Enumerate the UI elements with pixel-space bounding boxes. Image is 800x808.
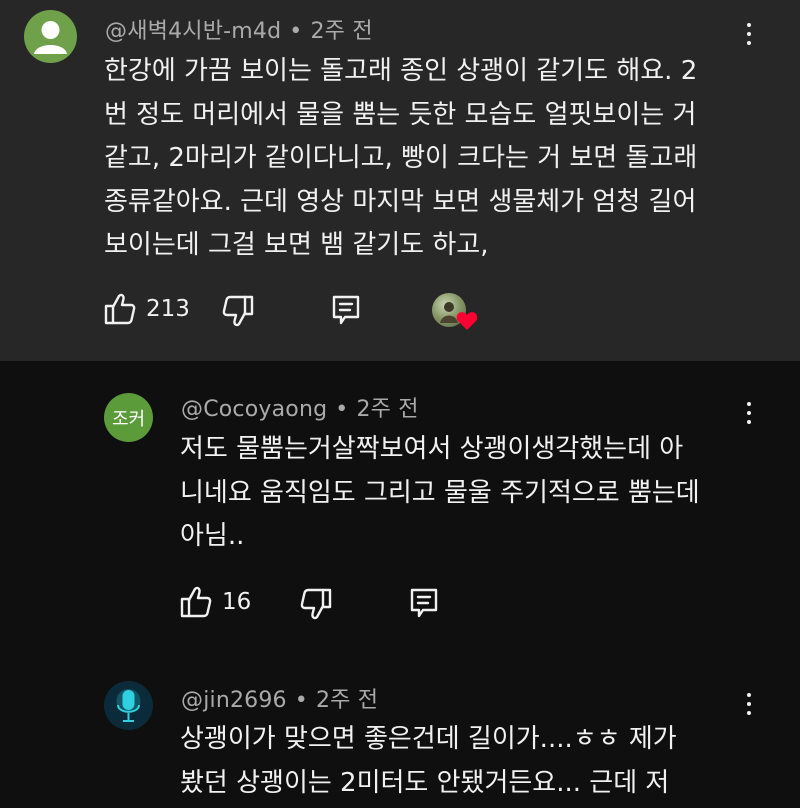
avatar[interactable]: 조커 [104, 393, 153, 442]
thumbs-down-icon [300, 588, 332, 620]
author-name[interactable]: @Cocoyaong [181, 397, 327, 422]
like-button[interactable]: 213 [104, 292, 190, 326]
comment-line: 종류같아요. 근데 영상 마지막 보면 생물체가 엄청 길어 [104, 186, 697, 217]
comment-line: 상괭이가 맞으면 좋은건데 길이가....ㅎㅎ 제가 [180, 724, 677, 754]
more-options-button[interactable] [742, 684, 756, 724]
more-vertical-icon [747, 402, 751, 406]
avatar-initials: 조커 [111, 408, 146, 430]
thumbs-up-icon [104, 293, 136, 325]
reply-button[interactable] [332, 295, 360, 325]
more-dot [747, 32, 751, 36]
creator-heart[interactable] [432, 293, 478, 333]
more-vertical-icon [747, 23, 751, 27]
comment-line: 니네요 움직임도 그리고 물울 주기적으로 뿜는데 [180, 477, 700, 508]
microphone-icon [104, 681, 153, 730]
reply-button[interactable] [410, 588, 438, 618]
comment-meta: @jin2696 • 2주 전 [181, 682, 378, 714]
comment-thread-top: @새벽4시반-m4d • 2주 전 한강에 가끔 보이는 돌고래 종인 상괭이 같기… [0, 0, 800, 361]
comment-line: 봤던 상괭이는 2미터도 안됐거든요... 근데 저 [180, 767, 670, 798]
more-options-button[interactable] [742, 14, 756, 54]
meta-separator: • [294, 688, 308, 713]
avatar[interactable] [24, 10, 77, 63]
comment-time: 2주 전 [315, 688, 379, 713]
more-vertical-icon [747, 693, 751, 697]
more-dot [747, 420, 751, 424]
comment-line: 저도 물뿜는거살짝보여서 상괭이생각했는데 아 [180, 434, 684, 464]
comment-meta: @Cocoyaong • 2주 전 [181, 391, 419, 423]
dislike-button[interactable] [300, 587, 332, 621]
thumbs-down-icon [222, 295, 254, 327]
more-dot [747, 702, 751, 706]
reply-icon [410, 588, 438, 618]
more-dot [747, 41, 751, 45]
more-dot [747, 711, 751, 715]
meta-separator: • [335, 397, 349, 422]
comment-line: 한강에 가끔 보이는 돌고래 종인 상괭이 같기도 해요. 2 [104, 56, 698, 86]
avatar[interactable] [104, 681, 153, 730]
comment-text: 저도 물뿜는거살짝보여서 상괭이생각했는데 아 니네요 움직임도 그리고 물울 … [180, 428, 700, 559]
comment-line: 아님.. [180, 521, 245, 551]
more-dot [747, 411, 751, 415]
author-name[interactable]: @jin2696 [181, 688, 287, 713]
dislike-button[interactable] [222, 294, 254, 328]
more-options-button[interactable] [742, 393, 756, 433]
person-silhouette-icon [34, 21, 67, 54]
meta-separator: • [289, 19, 303, 44]
like-button[interactable]: 16 [180, 585, 251, 619]
comment-time: 2주 전 [310, 19, 373, 44]
thumbs-up-icon [180, 586, 212, 618]
comment-text: 상괭이가 맞으면 좋은건데 길이가....ㅎㅎ 제가 봤던 상괭이는 2미터도 … [180, 718, 677, 805]
like-count: 213 [146, 296, 190, 322]
replies-section: 조커 @Cocoyaong • 2주 전 저도 물뿜는거살짝보여서 상괭이생각했는데… [0, 361, 800, 808]
comment-line: 번 정도 머리에서 물을 뿜는 듯한 모습도 얼핏보이는 거 [104, 99, 697, 130]
comment-time: 2주 전 [356, 397, 419, 422]
comment-meta: @새벽4시반-m4d • 2주 전 [105, 13, 373, 45]
comment-line: 보이는데 그걸 보면 뱀 같기도 하고, [104, 230, 489, 260]
author-name[interactable]: @새벽4시반-m4d [105, 19, 281, 44]
comment-text: 한강에 가끔 보이는 돌고래 종인 상괭이 같기도 해요. 2 번 정도 머리에… [104, 50, 697, 268]
comment-line: 같고, 2마리가 같이다니고, 빵이 크다는 거 보면 돌고래 [104, 143, 698, 173]
like-count: 16 [222, 589, 252, 615]
heart-icon [456, 312, 478, 330]
reply-icon [332, 295, 360, 325]
